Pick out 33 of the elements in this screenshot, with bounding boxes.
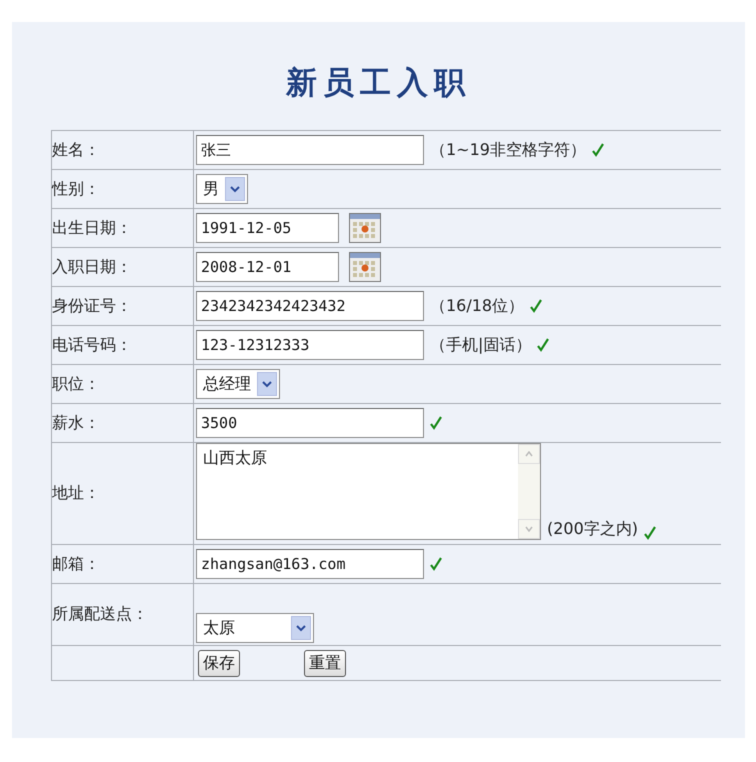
input-field[interactable]: 张三 <box>196 135 424 165</box>
input-field[interactable]: zhangsan@163.com <box>196 549 424 579</box>
field-label: 邮箱： <box>52 554 100 574</box>
caret-icon <box>262 380 272 388</box>
field-label: 出生日期： <box>52 218 132 238</box>
input-field[interactable]: 3500 <box>196 408 424 438</box>
hint-text: (200字之内) <box>547 519 638 540</box>
field-label: 姓名： <box>52 140 100 160</box>
field-label: 薪水： <box>52 412 100 434</box>
hint-text: （手机|固话） <box>430 334 532 356</box>
form-title: 新员工入职 <box>284 64 472 103</box>
field-label: 电话号码： <box>52 334 132 356</box>
dropdown[interactable]: 男 <box>196 174 248 204</box>
calendar-icon[interactable] <box>349 252 381 282</box>
caret-icon <box>230 185 240 193</box>
field-label: 入职日期： <box>52 256 132 278</box>
dropdown[interactable]: 太原 <box>196 613 314 643</box>
form-button[interactable]: 保存 <box>198 650 240 676</box>
field-label: 地址： <box>52 483 100 504</box>
form-button[interactable]: 重置 <box>304 650 346 676</box>
field-label: 所属配送点： <box>52 604 148 625</box>
date-field[interactable]: 2008-12-01 <box>196 252 339 282</box>
input-field[interactable]: 2342342342423432 <box>196 291 424 321</box>
hint-text: （16/18位） <box>430 296 524 316</box>
calendar-icon[interactable] <box>349 213 381 243</box>
field-label: 职位： <box>52 374 100 394</box>
hint-text: （1~19非空格字符） <box>430 140 586 160</box>
field-label: 性别： <box>52 178 100 200</box>
date-field[interactable]: 1991-12-05 <box>196 213 339 243</box>
field-label: 身份证号： <box>52 296 132 316</box>
input-field[interactable]: 123-12312333 <box>196 330 424 360</box>
caret-icon <box>296 624 306 632</box>
dropdown[interactable]: 总经理 <box>196 369 280 399</box>
